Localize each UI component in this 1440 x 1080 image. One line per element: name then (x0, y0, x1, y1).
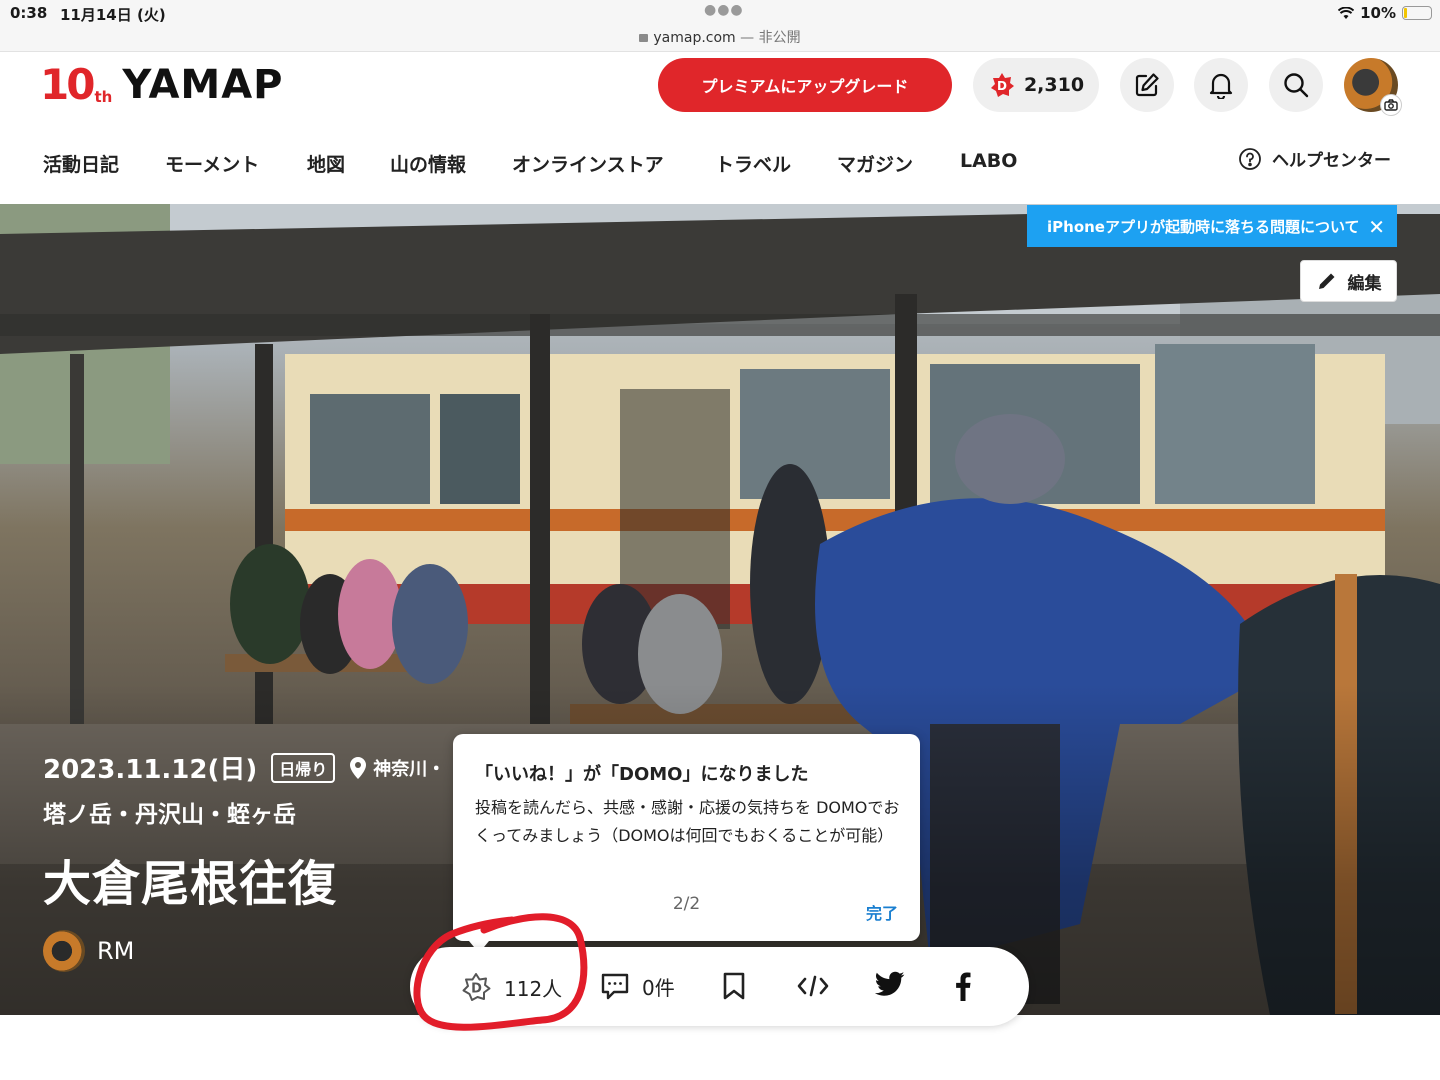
location-pin-icon (350, 756, 367, 779)
main-nav: 活動日記 モーメント 地図 山の情報 オンラインストア トラベル マガジン LA… (0, 140, 1440, 184)
pencil-icon (1318, 273, 1334, 289)
status-right: 10% (1338, 4, 1432, 22)
svg-text:D: D (997, 79, 1007, 93)
author-name: RM (97, 937, 135, 965)
comment-count: 0件 (642, 975, 675, 1000)
svg-text:D: D (471, 982, 482, 997)
mountain-names[interactable]: 塔ノ岳・丹沢山・蛭ヶ岳 (43, 795, 296, 829)
camera-icon (1380, 94, 1402, 116)
share-twitter-button[interactable] (875, 971, 905, 997)
premium-upgrade-button[interactable]: プレミアムにアップグレード (658, 58, 952, 112)
wifi-icon (1338, 6, 1355, 19)
nav-item-online-store[interactable]: オンラインストア (512, 150, 664, 177)
nav-item-labo[interactable]: LABO (960, 150, 1017, 172)
nav-item-moments[interactable]: モーメント (165, 150, 259, 177)
status-date: 11月14日 (火) (60, 6, 166, 24)
activity-location[interactable]: 神奈川・ (349, 755, 445, 781)
site-header: 10 th YAMAP プレミアムにアップグレード D 2,310 (0, 53, 1440, 123)
help-center-label: ヘルプセンター (1272, 151, 1391, 171)
share-facebook-button[interactable] (953, 971, 973, 1001)
nav-item-magazine[interactable]: マガジン (837, 150, 913, 177)
notifications-button[interactable] (1194, 58, 1248, 112)
notice-text: iPhoneアプリが起動時に落ちる問題について (1047, 217, 1360, 236)
domo-button[interactable]: D 112人 (460, 971, 562, 1003)
close-icon[interactable]: ✕ (1368, 215, 1385, 239)
bookmark-button[interactable] (720, 971, 748, 1001)
multitask-dots-icon[interactable]: ●●● (704, 2, 744, 18)
location-text: 神奈川・ (373, 758, 446, 780)
logo-ten: 10 (40, 60, 95, 109)
embed-code-icon (797, 975, 829, 997)
private-mode-text: — 非公開 (735, 30, 801, 46)
twitter-icon (875, 971, 905, 996)
edit-label: 編集 (1347, 273, 1382, 294)
search-icon (1284, 73, 1309, 98)
domo-balance-button[interactable]: D 2,310 (973, 58, 1099, 112)
edit-activity-button[interactable]: 編集 (1300, 260, 1397, 302)
tooltip-page-indicator: 2/2 (672, 894, 701, 914)
battery-icon (1402, 6, 1432, 20)
comment-button[interactable]: 0件 (600, 971, 675, 1001)
nav-item-activities[interactable]: 活動日記 (43, 150, 119, 177)
comment-icon (601, 973, 629, 1000)
search-button[interactable] (1269, 58, 1323, 112)
activity-meta: 2023.11.12(日) 日帰り 神奈川・ (43, 749, 445, 786)
edit-note-icon (1135, 73, 1159, 97)
app-issue-notice-banner[interactable]: iPhoneアプリが起動時に落ちる問題について ✕ (1027, 205, 1397, 247)
activity-action-bar: D 112人 0件 (410, 947, 1029, 1026)
activity-author[interactable]: RM (43, 930, 134, 972)
bookmark-icon (723, 972, 745, 1000)
post-activity-button[interactable] (1120, 58, 1174, 112)
status-time: 0:38 (10, 4, 48, 22)
facebook-icon (956, 972, 971, 1001)
address-bar[interactable]: yamap.com — 非公開 (0, 27, 1440, 47)
url-text: yamap.com (653, 30, 736, 46)
account-avatar[interactable] (1344, 58, 1402, 116)
domo-icon: D (462, 973, 491, 1001)
activity-title: 大倉尾根往復 (43, 856, 338, 912)
nav-item-map[interactable]: 地図 (307, 150, 345, 177)
help-center-link[interactable]: ヘルプセンター (1238, 146, 1391, 171)
logo-name: YAMAP (122, 62, 284, 108)
logo-th: th (94, 88, 113, 106)
avatar (43, 930, 85, 972)
domo-intro-tooltip: 「いいね！」が「DOMO」になりました 投稿を読んだら、共感・感謝・応援の気持ち… (453, 734, 920, 953)
help-icon (1239, 147, 1261, 170)
lock-icon (639, 34, 649, 42)
day-trip-badge: 日帰り (271, 752, 336, 783)
battery-percent: 10% (1360, 4, 1396, 22)
domo-icon: D (990, 73, 1014, 97)
nav-item-mountain-info[interactable]: 山の情報 (390, 150, 466, 177)
embed-button[interactable] (796, 971, 830, 1001)
domo-balance: 2,310 (1023, 74, 1085, 96)
status-bar: 0:38 11月14日 (火) ●●● yamap.com — 非公開 10% (0, 0, 1440, 52)
bell-icon (1209, 73, 1233, 99)
yamap-logo[interactable]: 10 th YAMAP (40, 60, 284, 109)
tooltip-heading: 「いいね！」が「DOMO」になりました (475, 764, 809, 785)
tooltip-body: 投稿を読んだら、共感・感謝・応援の気持ちを DOMOでおくってみましょう（DOM… (475, 798, 900, 845)
domo-count: 112人 (504, 976, 563, 1001)
tooltip-done-button[interactable]: 完了 (866, 900, 898, 924)
nav-item-travel[interactable]: トラベル (715, 150, 791, 177)
activity-date: 2023.11.12(日) (43, 755, 258, 785)
